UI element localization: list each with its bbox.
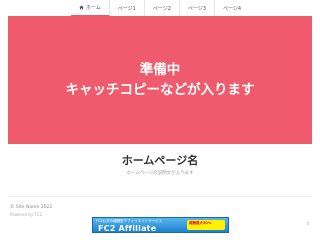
banner-title: FC2 Affiliate (98, 223, 157, 233)
nav-item-label: ページ3 (187, 5, 207, 12)
footer-copyright: © Site Name 2022 (10, 205, 53, 210)
page-title: ホームページ名 (121, 154, 199, 167)
home-icon (79, 5, 84, 10)
page: ホーム ページ1 ページ2 ページ3 ページ4 準備中 キャッチコピーなどが入り… (0, 0, 320, 240)
nav-item-home[interactable]: ホーム (70, 0, 110, 16)
hero-catchcopy: キャッチコピーなどが入ります (65, 82, 255, 98)
nav-list: ホーム ページ1 ページ2 ページ3 ページ4 (70, 0, 249, 16)
nav-item-page3[interactable]: ページ3 (180, 0, 216, 16)
hero-headline: 準備中 (139, 62, 181, 78)
footer-powered-by[interactable]: Powered by FC2 (10, 212, 42, 217)
banner-badge: 報酬最大50% (187, 220, 225, 230)
page-description: ホームページの説明文が入ります (126, 171, 194, 176)
nav-item-label: ホーム (85, 5, 101, 11)
fc2-affiliate-banner[interactable]: FC2公式の報酬型アフィリエイトサービス FC2 Affiliate 報酬最大5… (92, 217, 229, 233)
hero-banner: 準備中 キャッチコピーなどが入ります (8, 16, 312, 144)
nav-item-page1[interactable]: ページ1 (110, 0, 145, 16)
nav-item-page4[interactable]: ページ4 (215, 0, 249, 16)
banner-badge-text: 報酬最大50% (189, 221, 212, 225)
nav-item-label: ページ2 (152, 5, 171, 12)
nav-item-label: ページ1 (117, 5, 136, 12)
divider (8, 196, 312, 197)
footer-mark: © (306, 221, 310, 226)
nav-item-page2[interactable]: ページ2 (145, 0, 180, 16)
nav-item-label: ページ4 (223, 5, 242, 12)
top-nav: ホーム ページ1 ページ2 ページ3 ページ4 (0, 0, 320, 16)
